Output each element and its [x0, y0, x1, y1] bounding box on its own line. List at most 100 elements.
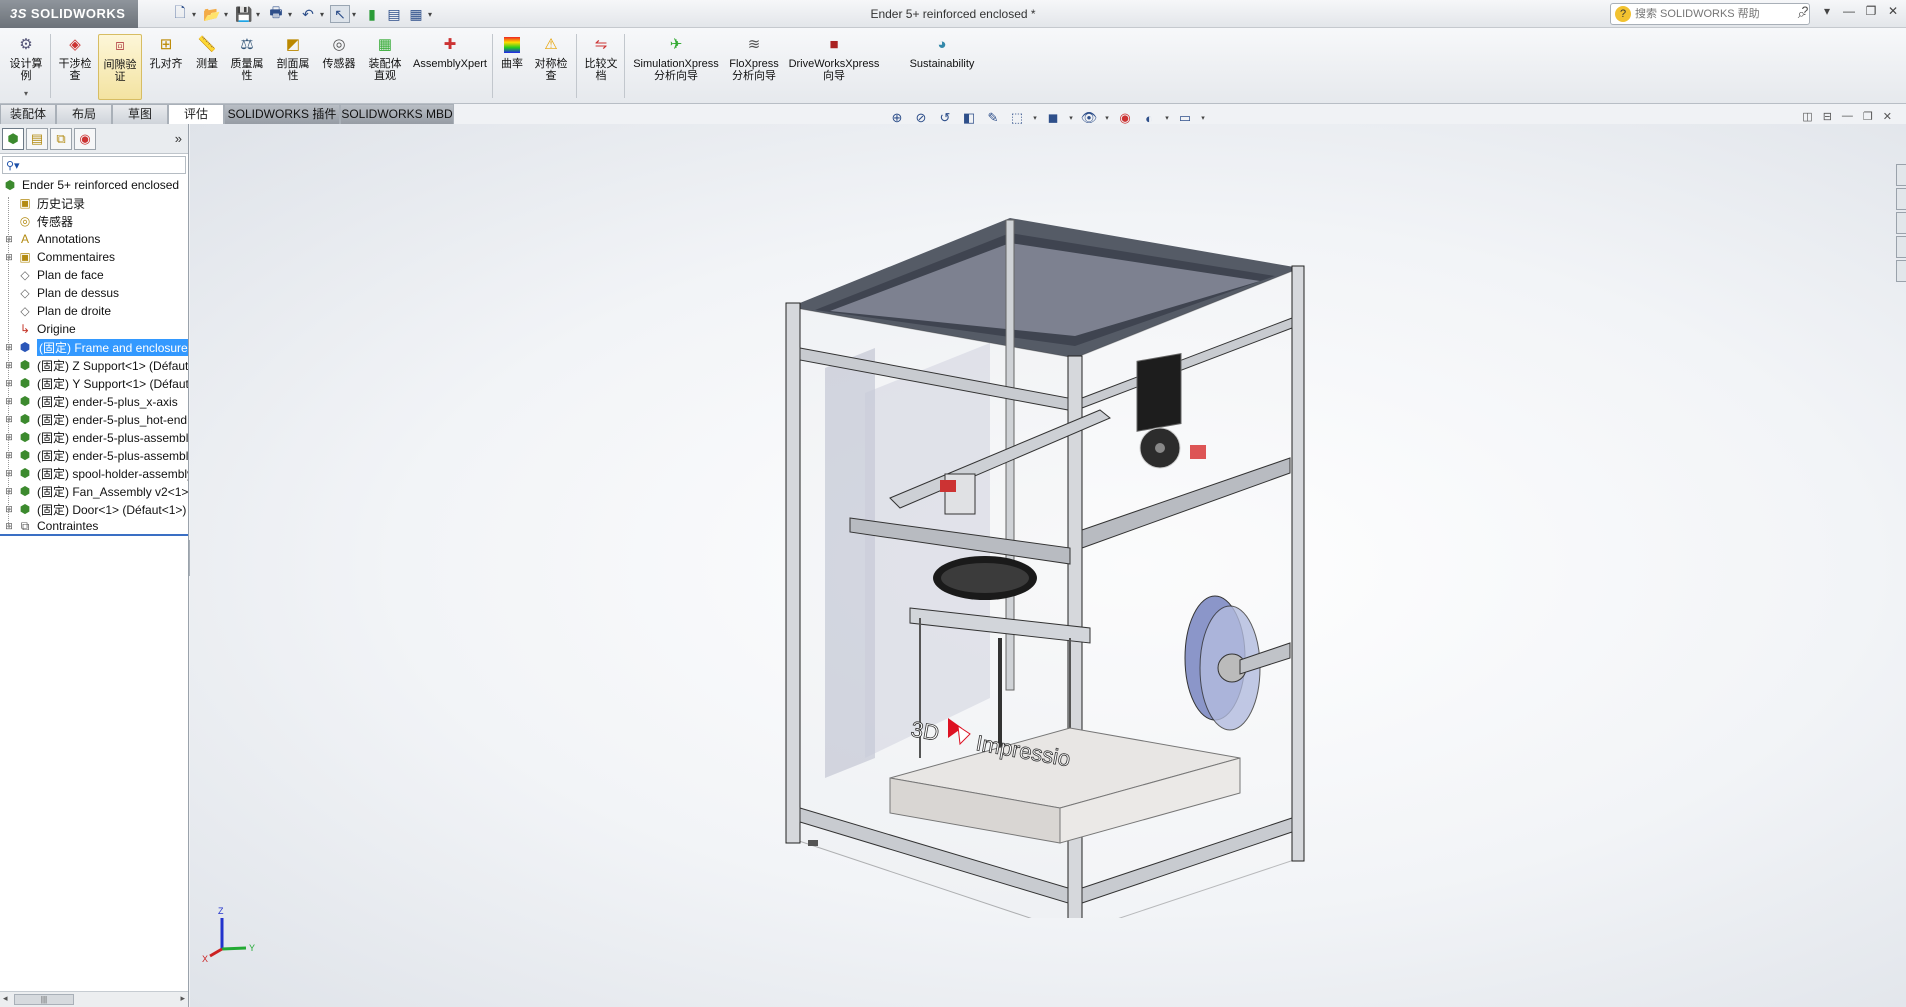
tree-item-right-plane[interactable]: ◇ Plan de droite — [0, 302, 188, 320]
scroll-thumb[interactable]: ||| — [14, 994, 74, 1005]
measure-button[interactable]: 📏 测量 — [190, 34, 224, 100]
select-icon[interactable]: ↖ — [330, 5, 350, 23]
file-properties-icon[interactable]: ▤ — [384, 5, 404, 23]
view-orientation-dropdown[interactable]: ▾ — [1032, 114, 1038, 122]
tree-horizontal-scrollbar[interactable]: ◂ ||| ▸ — [0, 991, 188, 1007]
hole-alignment-button[interactable]: ⊞ 孔对齐 — [146, 34, 186, 100]
propertymanager-tab-icon[interactable]: ▤ — [26, 127, 48, 150]
design-study-dropdown-icon[interactable]: ▾ — [24, 88, 28, 100]
expand-icon[interactable]: ⊞ — [4, 378, 14, 389]
compare-documents-button[interactable]: ⇋ 比较文档 — [580, 34, 622, 100]
tab-assembly[interactable]: 装配体 — [0, 104, 56, 124]
tree-root-assembly[interactable]: ⬢ Ender 5+ reinforced enclosed — [0, 176, 188, 194]
print-dropdown[interactable]: ▾ — [288, 10, 296, 19]
options-dropdown[interactable]: ▾ — [428, 10, 436, 19]
undo-dropdown[interactable]: ▾ — [320, 10, 328, 19]
minimize-icon[interactable]: — — [1842, 4, 1856, 18]
sustainability-button[interactable]: ◕ Sustainability — [900, 34, 984, 100]
design-study-button[interactable]: ⚙ 设计算例 ▾ — [6, 34, 46, 100]
clearance-verification-button[interactable]: ⧈ 间隙验证 — [98, 34, 142, 100]
expand-icon[interactable]: ⊞ — [4, 504, 14, 515]
undo-icon[interactable]: ↶ — [298, 5, 318, 23]
task-pane-library-icon[interactable] — [1896, 212, 1906, 234]
task-pane-home-icon[interactable] — [1896, 164, 1906, 186]
open-dropdown[interactable]: ▾ — [224, 10, 232, 19]
driveworksxpress-button[interactable]: ■ DriveWorksXpress 向导 — [786, 34, 882, 100]
mass-properties-button[interactable]: ⚖ 质量属性 — [226, 34, 268, 100]
tree-item-origin[interactable]: ↳ Origine — [0, 320, 188, 338]
task-pane-view-palette-icon[interactable] — [1896, 260, 1906, 282]
tree-item-spool-holder[interactable]: ⊞ ⬢ (固定) spool-holder-assembly — [0, 464, 188, 482]
new-dropdown[interactable]: ▾ — [192, 10, 200, 19]
expand-icon[interactable]: ⊞ — [4, 432, 14, 443]
expand-icon[interactable]: ⊞ — [4, 360, 14, 371]
new-icon[interactable]: 🗋 — [170, 4, 190, 23]
viewport-minimize-icon[interactable]: — — [1842, 110, 1853, 123]
tree-item-hot-end[interactable]: ⊞ ⬢ (固定) ender-5-plus_hot-end — [0, 410, 188, 428]
scroll-left-icon[interactable]: ◂ — [3, 993, 8, 1004]
view-split-icon[interactable]: ◫ — [1802, 110, 1812, 123]
tree-item-frame-enclosure[interactable]: ⊞ ⬢ (固定) Frame and enclosure — [0, 338, 188, 356]
viewport-close-icon[interactable]: ✕ — [1883, 110, 1892, 123]
expand-icon[interactable]: ⊞ — [4, 414, 14, 425]
section-properties-button[interactable]: ◩ 剖面属性 — [272, 34, 314, 100]
tree-item-x-axis[interactable]: ⊞ ⬢ (固定) ender-5-plus_x-axis — [0, 392, 188, 410]
tab-layout[interactable]: 布局 — [56, 104, 112, 124]
viewport-restore-icon[interactable]: ❐ — [1863, 110, 1873, 123]
tree-item-ender-assembly-2[interactable]: ⊞ ⬢ (固定) ender-5-plus-assembly — [0, 446, 188, 464]
tree-item-top-plane[interactable]: ◇ Plan de dessus — [0, 284, 188, 302]
expand-icon[interactable]: ⊞ — [4, 468, 14, 479]
save-icon[interactable]: 💾 — [234, 5, 254, 23]
tree-item-ender-assembly-1[interactable]: ⊞ ⬢ (固定) ender-5-plus-assembly — [0, 428, 188, 446]
expand-icon[interactable]: ⊞ — [4, 234, 14, 245]
scroll-right-icon[interactable]: ▸ — [180, 993, 185, 1004]
displaymanager-tab-icon[interactable]: ◉ — [74, 127, 96, 150]
tree-item-mates[interactable]: ⊞ ⧉ Contraintes — [0, 518, 188, 536]
tree-filter[interactable]: ⚲▾ — [2, 156, 186, 174]
featuremanager-tab-icon[interactable]: ⬢ — [2, 127, 24, 150]
view-settings-dropdown[interactable]: ▾ — [1200, 114, 1206, 122]
hide-show-dropdown[interactable]: ▾ — [1104, 114, 1110, 122]
solidworks-logo[interactable]: 3S SOLIDWORKS — [0, 0, 138, 28]
configurationmanager-tab-icon[interactable]: ⧉ — [50, 127, 72, 150]
help-search-input[interactable] — [1635, 8, 1798, 20]
panel-expand-icon[interactable]: » — [175, 131, 182, 146]
expand-icon[interactable]: ⊞ — [4, 450, 14, 461]
symmetry-check-button[interactable]: ⚠ 对称检查 — [530, 34, 572, 100]
help-icon[interactable]: ? — [1798, 4, 1812, 18]
close-icon[interactable]: ✕ — [1886, 4, 1900, 18]
task-pane-explorer-icon[interactable] — [1896, 236, 1906, 258]
assembly-visualization-button[interactable]: ▦ 装配体直观 — [364, 34, 406, 100]
floxpress-button[interactable]: ≋ FloXpress 分析向导 — [724, 34, 784, 100]
print-icon[interactable]: 🖶 — [266, 4, 286, 23]
display-style-dropdown[interactable]: ▾ — [1068, 114, 1074, 122]
expand-icon[interactable]: ⊞ — [4, 486, 14, 497]
expand-icon[interactable]: ⊞ — [4, 521, 14, 532]
printer-enclosure-model[interactable]: 3D Impressio — [770, 198, 1350, 918]
save-dropdown[interactable]: ▾ — [256, 10, 264, 19]
tab-solidworks-addins[interactable]: SOLIDWORKS 插件 — [224, 104, 340, 124]
tree-item-y-support[interactable]: ⊞ ⬢ (固定) Y Support<1> (Défaut) — [0, 374, 188, 392]
apply-scene-dropdown[interactable]: ▾ — [1164, 114, 1170, 122]
select-dropdown[interactable]: ▾ — [352, 10, 360, 19]
help-search-box[interactable]: ? ⌕ — [1610, 3, 1810, 25]
tree-item-comments[interactable]: ⊞ ▣ Commentaires — [0, 248, 188, 266]
rebuild-icon[interactable]: ▮ — [362, 5, 382, 23]
filter-icon[interactable]: ⚲▾ — [6, 159, 20, 172]
tree-item-door[interactable]: ⊞ ⬢ (固定) Door<1> (Défaut<1>) — [0, 500, 188, 518]
options-icon[interactable]: ▦ — [406, 5, 426, 23]
tab-sketch[interactable]: 草图 — [112, 104, 168, 124]
sensor-button[interactable]: ◎ 传感器 — [318, 34, 360, 100]
assemblyxpert-button[interactable]: ✚ AssemblyXpert — [410, 34, 490, 100]
expand-icon[interactable]: ⊞ — [4, 252, 14, 263]
expand-icon[interactable]: ⊞ — [4, 342, 14, 353]
tree-item-annotations[interactable]: ⊞ A Annotations — [0, 230, 188, 248]
curvature-button[interactable]: 曲率 — [496, 34, 528, 100]
open-icon[interactable]: 📂 — [202, 5, 222, 23]
interference-detection-button[interactable]: ◈ 干涉检查 — [54, 34, 96, 100]
view-tile-icon[interactable]: ⊟ — [1823, 110, 1832, 123]
tree-item-z-support[interactable]: ⊞ ⬢ (固定) Z Support<1> (Défaut) — [0, 356, 188, 374]
graphics-viewport[interactable]: 3D Impressio Z Y X — [190, 124, 1906, 1007]
help-dropdown-icon[interactable]: ▾ — [1820, 4, 1834, 18]
tab-evaluate[interactable]: 评估 — [168, 104, 224, 124]
